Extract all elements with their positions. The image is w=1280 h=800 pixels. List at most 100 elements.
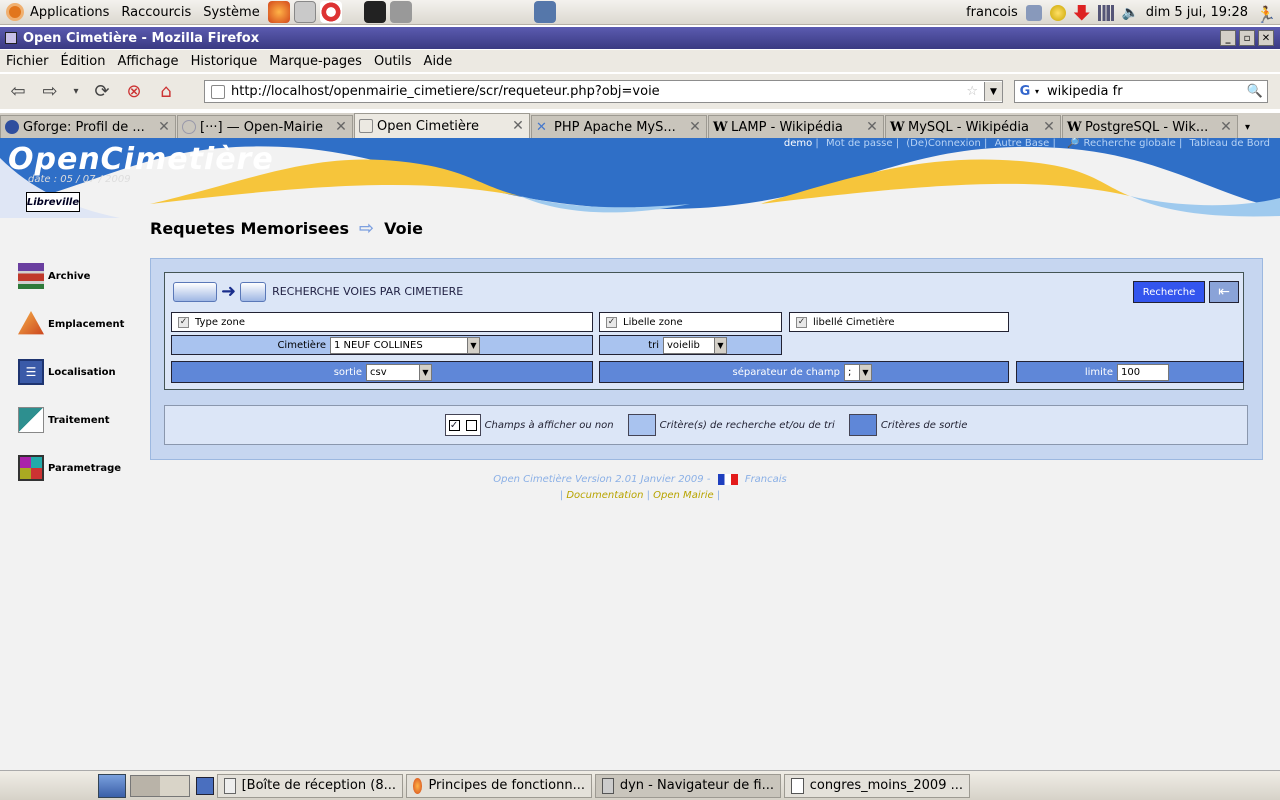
terminal-launcher-icon[interactable] bbox=[363, 1, 386, 23]
menu-fichier[interactable]: Fichier bbox=[6, 54, 49, 69]
engine-dropdown-icon[interactable]: ▾ bbox=[1035, 87, 1039, 96]
breadcrumb-requetes[interactable]: Requetes Memorisees bbox=[150, 219, 349, 238]
panel-clock[interactable]: dim 5 jui, 19:28 bbox=[1146, 5, 1248, 20]
workspace-switcher[interactable] bbox=[130, 774, 190, 797]
recherche-button[interactable]: Recherche bbox=[1133, 281, 1205, 303]
separateur-select[interactable]: ; ▼ bbox=[844, 363, 872, 381]
checkbox-libelle-cimetiere[interactable]: ✓ bbox=[796, 316, 807, 328]
tab-close-icon[interactable]: ✕ bbox=[1219, 119, 1233, 135]
french-flag-icon[interactable] bbox=[717, 473, 738, 485]
tab-close-icon[interactable]: ✕ bbox=[511, 118, 525, 134]
bookmark-star-icon[interactable]: ☆ bbox=[966, 84, 978, 99]
google-engine-icon[interactable]: G bbox=[1015, 82, 1035, 101]
sidebar-item-emplacement[interactable]: Emplacement bbox=[18, 300, 124, 348]
tray-network-signal-icon[interactable] bbox=[1097, 4, 1114, 21]
tri-select[interactable]: voielib ▼ bbox=[663, 336, 727, 354]
task-firefox[interactable]: Principes de fonctionn... bbox=[406, 773, 592, 798]
sidebar-item-archive[interactable]: Archive bbox=[18, 252, 124, 300]
menu-affichage[interactable]: Affichage bbox=[117, 54, 178, 69]
window-menu-icon[interactable] bbox=[5, 32, 17, 44]
history-dropdown-icon[interactable]: ▾ bbox=[68, 78, 84, 106]
tray-clipboard-icon[interactable] bbox=[1025, 4, 1042, 21]
pyramid-icon bbox=[18, 311, 44, 335]
tab-close-icon[interactable]: ✕ bbox=[1042, 119, 1056, 135]
tab-close-icon[interactable]: ✕ bbox=[688, 119, 702, 135]
tab-gforge[interactable]: Gforge: Profil de ... ✕ bbox=[0, 115, 176, 138]
search-magnifier-icon[interactable]: 🔍 bbox=[1247, 84, 1263, 99]
footer-open-mairie-link[interactable]: Open Mairie bbox=[653, 490, 713, 501]
maximize-button[interactable]: ▫ bbox=[1239, 30, 1255, 46]
minimize-button[interactable]: _ bbox=[1220, 30, 1236, 46]
home-icon[interactable]: ⌂ bbox=[152, 78, 180, 106]
window-titlebar[interactable]: Open Cimetière - Mozilla Firefox _ ▫ ✕ bbox=[0, 27, 1280, 49]
tab-open-cimetiere[interactable]: Open Cimetière ✕ bbox=[354, 113, 530, 138]
tab-list-dropdown-icon[interactable]: ▾ bbox=[1245, 122, 1250, 133]
menu-edition[interactable]: Édition bbox=[61, 54, 106, 69]
menu-aide[interactable]: Aide bbox=[424, 54, 453, 69]
task-document[interactable]: congres_moins_2009 ... bbox=[784, 773, 970, 798]
field-libelle-zone: ✓ Libelle zone bbox=[599, 312, 782, 332]
dropdown-arrow-icon: ▼ bbox=[714, 337, 726, 353]
tray-volume-icon[interactable]: 🔈 bbox=[1122, 5, 1139, 21]
task-mail[interactable]: [Boîte de réception (8... bbox=[217, 773, 403, 798]
panel-user-name[interactable]: francois bbox=[966, 5, 1018, 20]
tab-mysql-wikipedia[interactable]: W MySQL - Wikipédia ✕ bbox=[885, 115, 1061, 138]
footer-lang[interactable]: Francais bbox=[745, 474, 787, 485]
query-panel: ➜ RECHERCHE VOIES PAR CIMETIERE Recherch… bbox=[150, 258, 1263, 460]
stop-icon[interactable]: ⊗ bbox=[120, 78, 148, 106]
search-input[interactable]: wikipedia fr bbox=[1047, 84, 1123, 99]
tab-close-icon[interactable]: ✕ bbox=[865, 119, 879, 135]
menu-marque-pages[interactable]: Marque-pages bbox=[269, 54, 362, 69]
mail-launcher-icon[interactable] bbox=[293, 1, 316, 23]
link-autre-base[interactable]: Autre Base bbox=[995, 138, 1050, 149]
tray-quit-icon[interactable]: 🏃 bbox=[1256, 5, 1276, 24]
page-favicon-icon bbox=[359, 119, 373, 133]
window-list-icon[interactable] bbox=[196, 776, 214, 795]
trash-icon[interactable] bbox=[98, 773, 126, 798]
cimetiere-select[interactable]: 1 NEUF COLLINES ▼ bbox=[330, 336, 480, 354]
limite-input[interactable]: 100 bbox=[1117, 363, 1169, 381]
tab-open-mairie[interactable]: [···] — Open-Mairie ✕ bbox=[177, 115, 353, 138]
tray-lightbulb-icon[interactable] bbox=[1049, 4, 1066, 21]
applications-menu[interactable]: Applications bbox=[0, 0, 115, 25]
systeme-menu[interactable]: Système bbox=[197, 0, 265, 25]
url-dropdown-icon[interactable]: ▼ bbox=[984, 82, 1002, 101]
tab-lamp-wikipedia[interactable]: W LAMP - Wikipédia ✕ bbox=[708, 115, 884, 138]
footer-documentation-link[interactable]: Documentation bbox=[566, 490, 643, 501]
header-banner: demo | Mot de passe | (De)Connexion | Au… bbox=[0, 138, 1280, 218]
php-favicon-icon: ✕ bbox=[536, 120, 547, 135]
link-deconnexion[interactable]: (De)Connexion bbox=[906, 138, 981, 149]
tab-php-apache[interactable]: ✕ PHP Apache MyS... ✕ bbox=[531, 115, 707, 138]
site-identity-icon[interactable] bbox=[211, 84, 225, 99]
link-tableau-de-bord[interactable]: Tableau de Bord bbox=[1190, 138, 1270, 149]
checkbox-libelle-zone[interactable]: ✓ bbox=[606, 316, 617, 328]
url-bar[interactable]: http://localhost/openmairie_cimetiere/sc… bbox=[204, 80, 1003, 103]
network-launcher-icon[interactable] bbox=[389, 1, 412, 23]
app-logo[interactable]: OpenCimetière bbox=[8, 142, 274, 177]
tab-close-icon[interactable]: ✕ bbox=[334, 119, 348, 135]
raccourcis-menu[interactable]: Raccourcis bbox=[115, 0, 197, 25]
show-desktop-icon[interactable] bbox=[533, 1, 556, 23]
menu-historique[interactable]: Historique bbox=[191, 54, 258, 69]
list-icon: ☰ bbox=[18, 359, 44, 385]
reload-icon[interactable]: ⟳ bbox=[88, 78, 116, 106]
search-bar[interactable]: G ▾ wikipedia fr 🔍 bbox=[1014, 80, 1268, 103]
help-launcher-icon[interactable] bbox=[319, 1, 342, 23]
close-window-button[interactable]: ✕ bbox=[1258, 30, 1274, 46]
back-button[interactable]: ⇤ bbox=[1209, 281, 1239, 303]
back-arrow-icon[interactable]: ⇦ bbox=[4, 78, 32, 106]
task-file-browser[interactable]: dyn - Navigateur de fi... bbox=[595, 773, 781, 798]
checkbox-type-zone[interactable]: ✓ bbox=[178, 316, 189, 328]
tray-update-icon[interactable] bbox=[1073, 4, 1090, 21]
sidebar-item-localisation[interactable]: ☰ Localisation bbox=[18, 348, 124, 396]
menu-outils[interactable]: Outils bbox=[374, 54, 412, 69]
link-recherche-globale[interactable]: 🔎 Recherche globale bbox=[1063, 138, 1176, 149]
tab-postgresql-wikipedia[interactable]: W PostgreSQL - Wik... ✕ bbox=[1062, 115, 1238, 138]
tab-close-icon[interactable]: ✕ bbox=[157, 119, 171, 135]
sidebar-item-traitement[interactable]: Traitement bbox=[18, 396, 124, 444]
firefox-launcher-icon[interactable] bbox=[267, 1, 290, 23]
window-title: Open Cimetière - Mozilla Firefox bbox=[23, 30, 260, 46]
forward-arrow-icon[interactable]: ⇨ bbox=[36, 78, 64, 106]
sortie-select[interactable]: csv ▼ bbox=[366, 363, 432, 381]
link-mot-de-passe[interactable]: Mot de passe bbox=[826, 138, 893, 149]
